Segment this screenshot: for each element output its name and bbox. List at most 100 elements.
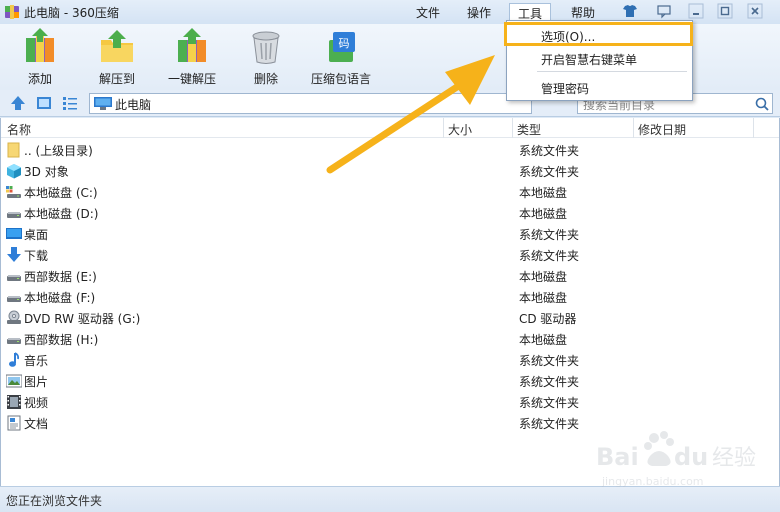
- column-type[interactable]: 类型: [517, 121, 541, 138]
- menu-item-smart-context-menu[interactable]: 开启智慧右键菜单: [541, 51, 637, 68]
- drive-icon: [7, 275, 21, 281]
- delete-button[interactable]: 删除: [248, 28, 284, 87]
- system-drive-icon: [6, 186, 21, 198]
- item-name: 图片: [24, 375, 49, 389]
- pictures-icon: [6, 374, 22, 388]
- list-item[interactable]: 本地磁盘 (F:) 本地磁盘: [1, 286, 779, 307]
- column-divider[interactable]: [633, 118, 634, 138]
- item-name: 西部数据 (H:): [24, 333, 99, 347]
- minimize-icon: [688, 3, 704, 19]
- item-name: 音乐: [24, 354, 49, 368]
- shirt-icon: [623, 5, 637, 17]
- window-title: 此电脑 - 360压缩: [24, 6, 119, 20]
- status-text: 您正在浏览文件夹: [6, 494, 103, 508]
- item-type: 本地磁盘: [519, 186, 568, 200]
- thumbnail-view-icon[interactable]: [36, 95, 52, 111]
- close-icon: [747, 3, 763, 19]
- documents-icon: [7, 415, 21, 431]
- add-archive-icon: [26, 28, 54, 62]
- item-name: 本地磁盘 (D:): [24, 207, 99, 221]
- maximize-icon: [717, 3, 733, 19]
- maximize-button[interactable]: [715, 3, 735, 19]
- item-type: 系统文件夹: [519, 375, 580, 389]
- list-view-icon[interactable]: [62, 95, 78, 111]
- item-type: 本地磁盘: [519, 333, 568, 347]
- item-name: .. (上级目录): [24, 144, 93, 158]
- list-item[interactable]: 西部数据 (E:) 本地磁盘: [1, 265, 779, 286]
- minimize-button[interactable]: [686, 3, 706, 19]
- item-name: 下载: [24, 249, 49, 263]
- app-logo-icon: [5, 5, 19, 19]
- list-item[interactable]: DVD RW 驱动器 (G:) CD 驱动器: [1, 307, 779, 328]
- list-item[interactable]: 本地磁盘 (C:) 本地磁盘: [1, 181, 779, 202]
- item-type: 系统文件夹: [519, 354, 580, 368]
- item-type: 系统文件夹: [519, 165, 580, 179]
- column-modified[interactable]: 修改日期: [638, 121, 686, 138]
- add-button[interactable]: 添加: [18, 28, 62, 87]
- drive-icon: [7, 212, 21, 218]
- item-type: 本地磁盘: [519, 291, 568, 305]
- list-item[interactable]: 本地磁盘 (D:) 本地磁盘: [1, 202, 779, 223]
- drive-icon: [7, 296, 21, 302]
- menu-operations[interactable]: 操作: [459, 3, 499, 22]
- address-path: 此电脑: [115, 98, 152, 112]
- list-item[interactable]: 图片 系统文件夹: [1, 370, 779, 391]
- item-name: 本地磁盘 (F:): [24, 291, 96, 305]
- parent-folder-icon: [7, 142, 20, 158]
- desktop-icon: [6, 228, 22, 239]
- delete-label: 删除: [253, 72, 278, 86]
- column-name[interactable]: 名称: [7, 121, 31, 138]
- up-arrow-icon[interactable]: [10, 95, 26, 111]
- list-item[interactable]: 视频 系统文件夹: [1, 391, 779, 412]
- item-name: 本地磁盘 (C:): [24, 186, 98, 200]
- menu-item-manage-password[interactable]: 管理密码: [541, 80, 589, 97]
- list-item[interactable]: 下载 系统文件夹: [1, 244, 779, 265]
- item-name: 西部数据 (E:): [24, 270, 97, 284]
- dvd-drive-icon: [7, 310, 21, 324]
- item-type: 本地磁盘: [519, 207, 568, 221]
- trash-icon: [252, 31, 280, 64]
- item-type: 系统文件夹: [519, 144, 580, 158]
- feedback-button[interactable]: [654, 3, 674, 19]
- add-label: 添加: [27, 72, 52, 86]
- item-name: 3D 对象: [24, 165, 69, 179]
- item-type: 系统文件夹: [519, 249, 580, 263]
- videos-icon: [7, 395, 21, 409]
- item-name: DVD RW 驱动器 (G:): [24, 312, 141, 326]
- list-item[interactable]: 桌面 系统文件夹: [1, 223, 779, 244]
- drive-icon: [7, 338, 21, 344]
- item-name: 文档: [24, 417, 49, 431]
- download-icon: [7, 247, 21, 262]
- column-divider[interactable]: [753, 118, 754, 138]
- one-click-extract-label: 一键解压: [167, 72, 216, 86]
- svg-text:du: du: [674, 443, 708, 471]
- item-type: 本地磁盘: [519, 270, 568, 284]
- one-click-extract-button[interactable]: 一键解压: [164, 28, 220, 87]
- baidu-jingyan-watermark: Bai du 经验 jingyan.baidu.com: [596, 431, 756, 488]
- highlight-box: [504, 22, 693, 46]
- list-item[interactable]: 音乐 系统文件夹: [1, 349, 779, 370]
- item-name: 视频: [24, 396, 49, 410]
- search-icon[interactable]: [755, 97, 769, 111]
- item-type: 系统文件夹: [519, 396, 580, 410]
- extract-to-label: 解压到: [98, 72, 135, 86]
- item-type: 系统文件夹: [519, 228, 580, 242]
- svg-text:jingyan.baidu.com: jingyan.baidu.com: [601, 475, 704, 488]
- menu-divider: [537, 71, 687, 72]
- extract-to-icon: [101, 30, 133, 62]
- one-click-extract-icon: [178, 28, 206, 62]
- close-button[interactable]: [745, 3, 765, 19]
- svg-text:经验: 经验: [712, 446, 756, 471]
- message-icon: [657, 5, 671, 19]
- annotation-arrow: [326, 55, 495, 174]
- computer-icon: [94, 97, 112, 110]
- item-name: 桌面: [24, 228, 49, 242]
- item-type: CD 驱动器: [519, 312, 577, 326]
- item-type: 系统文件夹: [519, 417, 580, 431]
- skin-button[interactable]: [620, 3, 640, 19]
- list-item[interactable]: 西部数据 (H:) 本地磁盘: [1, 328, 779, 349]
- svg-text:Bai: Bai: [596, 443, 639, 471]
- menu-file[interactable]: 文件: [408, 3, 448, 22]
- 3d-objects-icon: [7, 164, 21, 179]
- extract-to-button[interactable]: 解压到: [94, 28, 140, 87]
